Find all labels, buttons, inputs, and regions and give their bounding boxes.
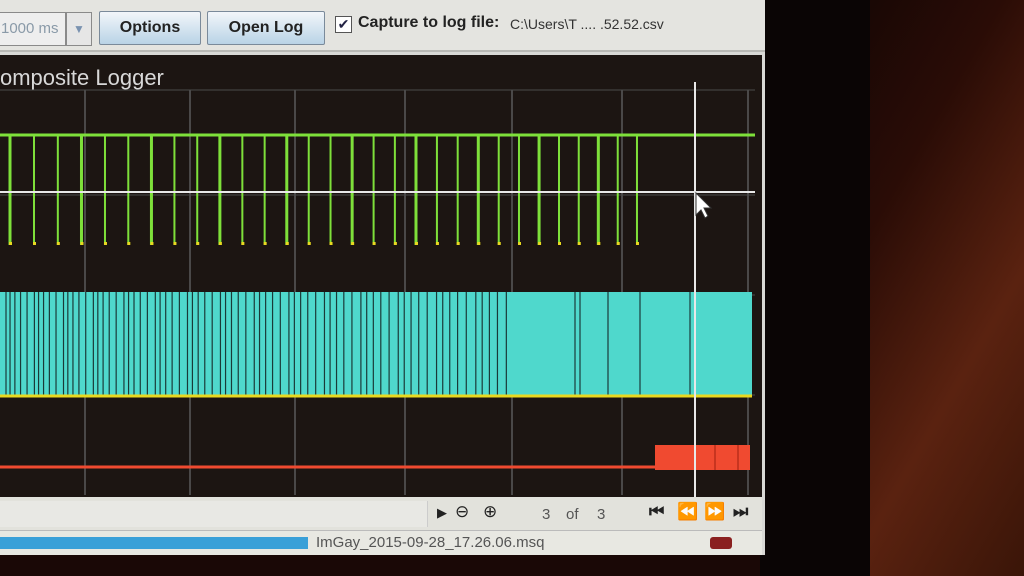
green-pulse-marker (9, 242, 12, 245)
capture-label: Capture to log file: (358, 14, 500, 31)
page-of: of (566, 506, 579, 523)
monitor-bezel (760, 0, 870, 576)
page-total: 3 (597, 506, 606, 523)
progress-bar (0, 537, 308, 549)
green-pulse-marker (372, 242, 376, 245)
green-pulse-marker (196, 242, 200, 245)
first-page-icon[interactable]: ⏮ (649, 502, 664, 522)
green-pulse-marker (477, 242, 481, 245)
green-pulse-marker (351, 242, 355, 245)
mouse-pointer-icon (695, 191, 713, 219)
green-pulse-marker (127, 242, 131, 245)
green-pulse-marker (307, 242, 311, 245)
green-pulse-marker (635, 242, 639, 245)
fast-forward-icon[interactable]: ⏩ (704, 502, 725, 522)
green-pulse-marker (263, 242, 267, 245)
green-pulse-marker (497, 242, 501, 245)
green-pulse-marker (558, 242, 561, 245)
green-pulse-marker (597, 242, 601, 245)
green-pulse-marker (103, 242, 107, 245)
status-bar: ImGay_2015-09-28_17.26.06.msq (0, 530, 762, 555)
green-pulse-marker (456, 242, 460, 245)
green-pulse-marker (414, 242, 418, 245)
chevron-down-icon[interactable]: ▼ (66, 12, 92, 46)
app-window: 1000 ms ▼ Options Open Log ✔ Capture to … (0, 0, 765, 555)
open-log-button[interactable]: Open Log (207, 11, 325, 45)
green-pulse-marker (241, 242, 245, 245)
trace-plot (0, 82, 755, 497)
log-path: C:\Users\T .... .52.52.csv (510, 16, 664, 32)
rewind-icon[interactable]: ⏪ (677, 502, 698, 522)
toolbar: 1000 ms ▼ Options Open Log ✔ Capture to … (0, 0, 765, 52)
green-pulse-marker (150, 242, 154, 245)
red-trace-block (655, 445, 750, 470)
zoom-out-icon[interactable]: ⊖ (455, 502, 469, 522)
cyan-trace-block (0, 292, 752, 396)
horizontal-scrollbar[interactable] (0, 501, 428, 527)
green-pulse-marker (218, 242, 222, 245)
green-pulse-marker (173, 242, 177, 245)
green-pulse-marker (33, 242, 36, 245)
last-page-icon[interactable]: ⏭ (733, 502, 748, 522)
graph-controls: ▶ ⊖ ⊕ 3 of 3 ⏮ ⏪ ⏩ ⏭ (0, 497, 762, 530)
green-pulse-marker (517, 242, 521, 245)
green-pulse-marker (80, 242, 84, 245)
green-pulse-marker (285, 242, 289, 245)
play-icon[interactable]: ▶ (437, 505, 447, 521)
green-pulse-marker (56, 242, 60, 245)
green-pulse-marker (393, 242, 397, 245)
green-pulse-marker (435, 242, 439, 245)
connection-icon (710, 537, 732, 549)
status-filename: ImGay_2015-09-28_17.26.06.msq (316, 534, 545, 551)
options-button[interactable]: Options (99, 11, 201, 45)
composite-logger-graph[interactable]: omposite Logger (0, 55, 762, 497)
green-pulse-marker (538, 242, 542, 245)
interval-select[interactable]: 1000 ms (0, 12, 66, 46)
green-pulse-marker (616, 242, 620, 245)
zoom-in-icon[interactable]: ⊕ (483, 502, 497, 522)
green-pulse-marker (577, 242, 581, 245)
page-current: 3 (542, 506, 551, 523)
green-pulse-marker (329, 242, 333, 245)
capture-checkbox[interactable]: ✔ (335, 16, 352, 33)
